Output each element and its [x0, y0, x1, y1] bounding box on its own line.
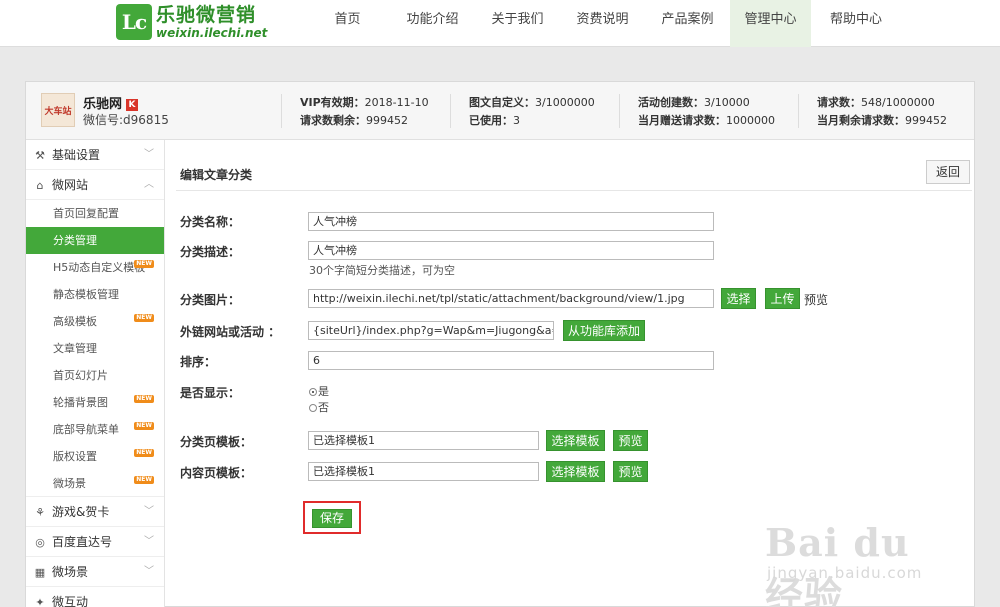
sidebar-section-interaction[interactable]: ✦ 微互动 — [26, 587, 164, 607]
new-badge: NEW — [134, 314, 154, 322]
content-template-input[interactable]: 已选择模板1 — [308, 462, 539, 481]
nav-home[interactable]: 首页 — [305, 0, 390, 47]
nav-pricing[interactable]: 资费说明 — [560, 0, 645, 47]
new-badge: NEW — [134, 260, 154, 268]
account-info-bar: 大车站 乐驰网 K 微信号:d96815 VIP有效期：2018-11-10 请求… — [26, 82, 974, 140]
sidebar-item-home-reply[interactable]: 首页回复配置 — [26, 200, 164, 227]
sidebar: ⚒ 基础设置 ﹀ ⌂ 微网站 ︿ 首页回复配置 分类管理 H5动态自定义模板 NEW 静态… — [26, 140, 165, 607]
sidebar-section-micro-scene[interactable]: ▦ 微场景 ﹀ — [26, 557, 164, 587]
chevron-down-icon: ﹀ — [144, 536, 154, 547]
new-badge: NEW — [134, 449, 154, 457]
show-label: 是否显示： — [180, 386, 241, 400]
category-template-input[interactable]: 已选择模板1 — [308, 431, 539, 450]
content-area: 编辑文章分类 返回 分类名称： 人气冲榜 分类描述： 人气冲榜 30个字简短分类… — [166, 140, 974, 607]
stat-vip: VIP有效期：2018-11-10 请求数剩余：999452 — [281, 94, 429, 128]
sort-input[interactable]: 6 — [308, 351, 714, 370]
sort-label: 排序： — [180, 355, 217, 369]
show-yes-radio[interactable]: 是 — [309, 383, 329, 399]
logo-mark: Lc — [116, 4, 152, 40]
sidebar-item-articles[interactable]: 文章管理 — [26, 335, 164, 362]
stat-articles: 图文自定义：3/1000000 已使用：3 — [450, 94, 595, 128]
site-logo[interactable]: Lc 乐驰微营销 weixin.ilechi.net — [116, 3, 267, 41]
chevron-down-icon: ﹀ — [144, 566, 154, 577]
add-from-library-button[interactable]: 从功能库添加 — [563, 320, 645, 341]
chevron-up-icon: ︿ — [144, 179, 154, 190]
wrench-icon: ⚒ — [35, 149, 45, 162]
baidu-icon: ◎ — [35, 536, 45, 549]
sidebar-item-carousel-bg[interactable]: 轮播背景图 NEW — [26, 389, 164, 416]
interaction-icon: ✦ — [35, 596, 45, 607]
content-template-label: 内容页模板： — [180, 466, 253, 480]
save-highlight-box: 保存 — [303, 501, 361, 534]
preview-image-link[interactable]: 预览 — [804, 291, 828, 308]
category-name-label: 分类名称： — [180, 215, 241, 229]
sidebar-section-games[interactable]: ⚘ 游戏&贺卡 ﹀ — [26, 497, 164, 527]
wechat-id: 微信号:d96815 — [83, 113, 169, 127]
category-template-label: 分类页模板： — [180, 435, 253, 449]
nav-help[interactable]: 帮助中心 — [811, 0, 901, 47]
choose-image-button[interactable]: 选择 — [721, 288, 756, 309]
stat-requests: 请求数：548/1000000 当月剩余请求数：999452 — [798, 94, 947, 128]
sidebar-item-static-template[interactable]: 静态模板管理 — [26, 281, 164, 308]
divider — [176, 190, 972, 191]
page-title: 编辑文章分类 — [180, 168, 253, 182]
sidebar-item-advanced-template[interactable]: 高级模板 NEW — [26, 308, 164, 335]
top-navigation-bar: Lc 乐驰微营销 weixin.ilechi.net 首页 功能介绍 关于我们 … — [0, 0, 1000, 47]
category-desc-input[interactable]: 人气冲榜 — [308, 241, 714, 260]
back-button[interactable]: 返回 — [926, 160, 970, 184]
logo-name: 乐驰微营销 — [156, 3, 257, 26]
nav-features[interactable]: 功能介绍 — [390, 0, 475, 47]
new-badge: NEW — [134, 476, 154, 484]
choose-category-template-button[interactable]: 选择模板 — [546, 430, 605, 451]
new-badge: NEW — [134, 395, 154, 403]
link-input[interactable]: {siteUrl}/index.php?g=Wap&m=Jiugong&a=in — [308, 321, 554, 340]
category-desc-label: 分类描述： — [180, 245, 241, 259]
sidebar-item-category-management[interactable]: 分类管理 — [26, 227, 164, 254]
scene-icon: ▦ — [34, 566, 46, 579]
sidebar-item-copyright[interactable]: 版权设置 NEW — [26, 443, 164, 470]
sidebar-item-bottom-nav[interactable]: 底部导航菜单 NEW — [26, 416, 164, 443]
radio-unchecked-icon — [309, 404, 317, 412]
sidebar-section-baidu[interactable]: ◎ 百度直达号 ﹀ — [26, 527, 164, 557]
category-image-input[interactable]: http://weixin.ilechi.net/tpl/static/atta… — [308, 289, 714, 308]
account-name: 乐驰网 K — [83, 93, 139, 112]
upload-image-button[interactable]: 上传 — [765, 288, 800, 309]
link-label: 外链网站或活动 ： — [180, 325, 281, 339]
nav-management[interactable]: 管理中心 — [730, 0, 811, 47]
avatar: 大车站 — [41, 93, 75, 127]
save-button[interactable]: 保存 — [312, 509, 352, 528]
chevron-down-icon: ﹀ — [144, 506, 154, 517]
chevron-down-icon: ﹀ — [144, 149, 154, 160]
nav-cases[interactable]: 产品案例 — [645, 0, 730, 47]
category-name-input[interactable]: 人气冲榜 — [308, 212, 714, 231]
logo-domain: weixin.ilechi.net — [156, 25, 268, 40]
sidebar-section-basic-settings[interactable]: ⚒ 基础设置 ﹀ — [26, 140, 164, 170]
desc-hint: 30个字简短分类描述，可为空 — [309, 264, 455, 277]
radio-checked-icon — [309, 388, 317, 396]
category-image-label: 分类图片： — [180, 293, 241, 307]
preview-content-template-button[interactable]: 预览 — [613, 461, 648, 482]
choose-content-template-button[interactable]: 选择模板 — [546, 461, 605, 482]
nav-about[interactable]: 关于我们 — [475, 0, 560, 47]
main-nav: 首页 功能介绍 关于我们 资费说明 产品案例 管理中心 帮助中心 — [305, 0, 901, 47]
new-badge: NEW — [134, 422, 154, 430]
sidebar-item-slideshow[interactable]: 首页幻灯片 — [26, 362, 164, 389]
verified-badge: K — [126, 99, 139, 111]
main-panel: 大车站 乐驰网 K 微信号:d96815 VIP有效期：2018-11-10 请求… — [25, 81, 975, 607]
show-no-radio[interactable]: 否 — [309, 399, 329, 415]
preview-category-template-button[interactable]: 预览 — [613, 430, 648, 451]
sidebar-item-micro-scene[interactable]: 微场景 NEW — [26, 470, 164, 497]
gamepad-icon: ⚘ — [35, 506, 45, 519]
stat-activities: 活动创建数：3/10000 当月赠送请求数：1000000 — [619, 94, 775, 128]
sidebar-item-h5-template[interactable]: H5动态自定义模板 NEW — [26, 254, 164, 281]
home-icon: ⌂ — [36, 179, 44, 192]
sidebar-section-microsite[interactable]: ⌂ 微网站 ︿ — [26, 170, 164, 200]
